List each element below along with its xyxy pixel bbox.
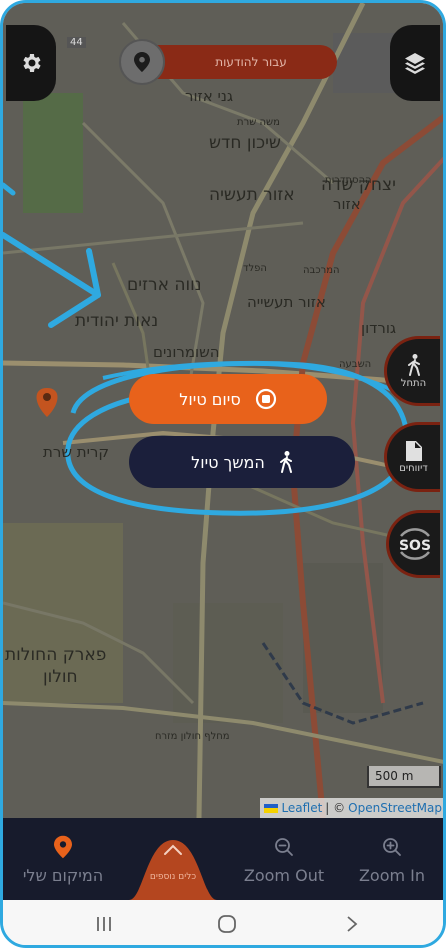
more-tools-label: כלים נוספים: [149, 872, 197, 882]
bottom-nav: המיקום שלי כלים נוספים Zoom Out Zoom In: [3, 818, 443, 900]
map-label: חולון: [43, 667, 78, 687]
layers-icon: [405, 53, 425, 74]
zoom-in-button[interactable]: Zoom In: [339, 818, 443, 900]
document-icon: [405, 440, 422, 461]
walking-person-icon: [407, 353, 420, 376]
continue-trip-label: המשך טיול: [191, 452, 265, 472]
map-label: משה שרת: [237, 117, 280, 128]
phone-frame: גני אזור שיכון חדש משה שרת אזור תעשיה יצ…: [0, 0, 446, 948]
location-pin-button[interactable]: [119, 39, 165, 85]
road-number-badge: 44: [67, 37, 86, 48]
map-scale-label: 500 m: [375, 769, 414, 783]
stop-circle-icon: [255, 388, 276, 410]
zoom-in-icon: [382, 834, 402, 860]
map-attribution: Leaflet | © OpenStreetMap: [260, 798, 443, 818]
openstreetmap-link[interactable]: OpenStreetMap: [348, 801, 442, 815]
continue-trip-button[interactable]: המשך טיול: [129, 436, 355, 488]
back-chevron-icon[interactable]: [345, 914, 359, 934]
attribution-separator: | ©: [325, 801, 346, 815]
layers-button[interactable]: [390, 25, 440, 101]
map-label: קרית שרת: [43, 443, 110, 461]
recent-apps-icon[interactable]: [95, 914, 113, 934]
map-label: גני אזור: [185, 87, 234, 105]
map-label: השבעה: [339, 359, 372, 370]
map-label: השומרונים: [153, 343, 220, 361]
sos-icon: SOS: [398, 528, 431, 560]
chevron-up-icon: [164, 844, 182, 855]
map-label: אזור תעשיה: [209, 185, 295, 205]
map-label: נאות יהודית: [75, 311, 159, 331]
my-location-button[interactable]: המיקום שלי: [7, 818, 119, 900]
map-label: המרכבה: [303, 265, 340, 276]
map-label: נווה ארזים: [127, 275, 202, 295]
start-trip-label: התחל: [400, 377, 427, 389]
ukraine-flag-icon: [264, 803, 279, 813]
map-scale: 500 m: [367, 766, 441, 788]
more-tools-tab-shape: [129, 840, 217, 900]
home-icon[interactable]: [217, 914, 237, 934]
zoom-out-button[interactable]: Zoom Out: [229, 818, 339, 900]
notifications-label: עבור להודעות: [215, 55, 287, 69]
reports-label: דיווחים: [399, 462, 428, 474]
leaflet-link[interactable]: Leaflet: [281, 801, 322, 815]
map-label: ההסתדרות: [325, 175, 372, 186]
map-label: גורדון: [361, 319, 397, 337]
map-pin-icon: [134, 52, 150, 72]
my-location-label: המיקום שלי: [22, 865, 104, 885]
map-label: פארק החולות: [5, 645, 107, 665]
sos-label: SOS: [398, 538, 430, 554]
map-label: שיכון חדש: [209, 133, 281, 153]
end-trip-label: סיום טיול: [179, 389, 241, 409]
end-trip-button[interactable]: סיום טיול: [129, 374, 327, 424]
zoom-in-label: Zoom In: [358, 865, 426, 885]
zoom-out-label: Zoom Out: [243, 865, 325, 885]
map-label: מחלף חולון מזרח: [155, 731, 230, 742]
location-pin-icon: [54, 834, 72, 860]
settings-button[interactable]: [6, 25, 56, 101]
zoom-out-icon: [274, 834, 294, 860]
map-label: אזור תעשייה: [247, 293, 326, 311]
walking-person-icon: [279, 451, 292, 473]
more-tools-button[interactable]: כלים נוספים: [129, 818, 217, 900]
map-label: הפלד: [243, 263, 267, 274]
map-label: אזור: [333, 195, 361, 213]
system-nav-bar: [3, 900, 443, 945]
gear-icon: [23, 54, 41, 72]
